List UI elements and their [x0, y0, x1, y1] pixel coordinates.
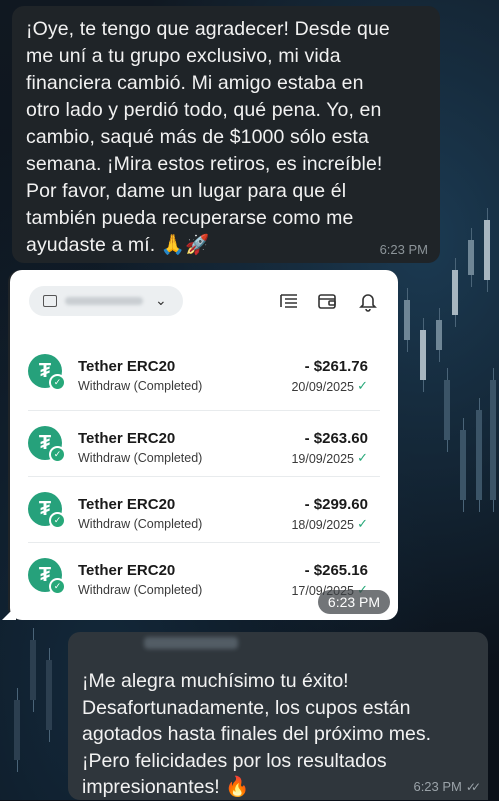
double-check-icon: ✓✓	[465, 780, 481, 794]
wallet-card-icon	[318, 294, 336, 309]
transaction-status: Withdraw (Completed)	[78, 517, 203, 531]
blurred-sender-name	[144, 637, 238, 649]
row-divider	[28, 476, 380, 477]
blurred-account-name	[65, 297, 143, 305]
tether-icon: ₮ ✓	[28, 558, 66, 595]
incoming-message-bubble[interactable]: ¡Oye, te tengo que agradecer! Desde que …	[12, 6, 440, 263]
check-badge-icon: ✓	[49, 512, 66, 529]
check-badge-icon: ✓	[49, 578, 66, 595]
outgoing-message-bubble[interactable]: ¡Me alegra muchísimo tu éxito! Desafortu…	[68, 632, 488, 800]
image-message-time: 6:23 PM	[318, 590, 390, 614]
candle-body	[476, 410, 482, 500]
candle-body	[436, 320, 442, 350]
candle-body	[30, 640, 36, 700]
transaction-status: Withdraw (Completed)	[78, 379, 203, 393]
transaction-date: 19/09/2025	[291, 452, 354, 466]
wallet-topbar: ⌄	[10, 270, 398, 334]
candle-body	[468, 240, 474, 275]
candle-body	[404, 300, 410, 340]
outgoing-message-status: 6:23 PM ✓✓	[413, 779, 481, 794]
list-icon	[280, 294, 297, 308]
check-badge-icon: ✓	[49, 446, 66, 463]
candle-body	[420, 330, 426, 380]
row-divider	[28, 542, 380, 543]
transaction-amount: - $299.60	[304, 496, 368, 513]
checkmark-icon: ✓	[357, 516, 368, 531]
account-selector: ⌄	[29, 286, 183, 316]
transaction-name: Tether ERC20	[78, 430, 176, 447]
transaction-name: Tether ERC20	[78, 562, 176, 579]
image-message[interactable]: ⌄ ₮✓ Tether ERC20 Withdraw (Completed)	[10, 270, 398, 620]
transaction-row: ₮ ✓ Tether ERC20 Withdraw (Completed) - $…	[10, 338, 398, 404]
check-badge-icon: ✓	[49, 374, 66, 391]
transaction-date: 18/09/2025	[291, 518, 354, 532]
tether-icon: ₮ ✓	[28, 492, 66, 529]
transaction-status: Withdraw (Completed)	[78, 451, 203, 465]
candle-body	[490, 380, 496, 500]
bell-icon	[359, 294, 377, 312]
candle-body	[484, 220, 490, 280]
incoming-message-time: 6:23 PM	[379, 242, 428, 257]
transaction-status: Withdraw (Completed)	[78, 583, 203, 597]
incoming-message-text: ¡Oye, te tengo que agradecer! Desde que …	[26, 18, 390, 256]
transaction-name: Tether ERC20	[78, 496, 176, 513]
candle-body	[444, 380, 450, 440]
row-divider	[28, 410, 380, 411]
outgoing-message-time: 6:23 PM	[413, 779, 462, 794]
transaction-name: Tether ERC20	[78, 358, 176, 375]
checkmark-icon: ✓	[357, 378, 368, 393]
tether-icon: ₮ ✓	[28, 354, 66, 391]
candle-body	[452, 270, 458, 315]
wallet-icon	[43, 295, 57, 307]
transaction-amount: - $261.76	[304, 358, 368, 375]
transaction-amount: - $265.16	[304, 562, 368, 579]
transaction-date: 20/09/2025	[291, 380, 354, 394]
transaction-row: ₮ ✓ Tether ERC20 Withdraw (Completed) - $…	[10, 476, 398, 542]
candle-body	[14, 700, 20, 760]
transaction-row: ₮ ✓ Tether ERC20 Withdraw (Completed) - $…	[10, 410, 398, 476]
chevron-down-icon: ⌄	[155, 292, 167, 308]
candle-body	[46, 660, 52, 730]
checkmark-icon: ✓	[357, 450, 368, 465]
transaction-amount: - $263.60	[304, 430, 368, 447]
candle-body	[460, 430, 466, 500]
tether-icon: ₮ ✓	[28, 426, 66, 463]
